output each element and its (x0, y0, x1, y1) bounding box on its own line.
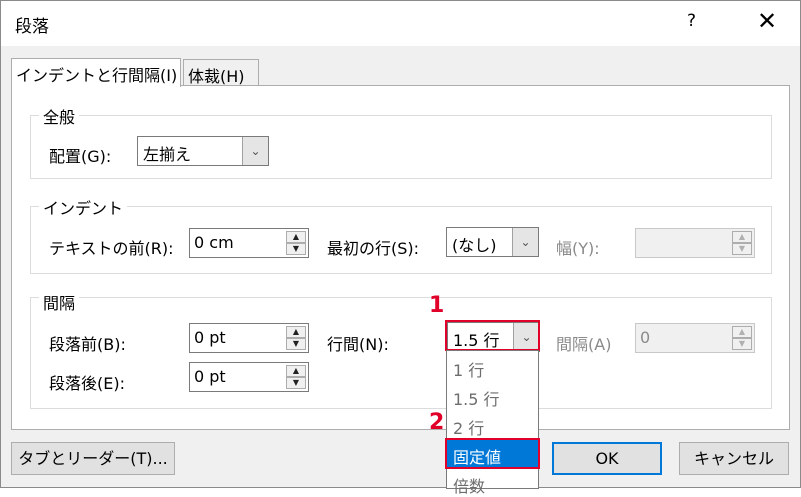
help-button[interactable]: ? (687, 11, 696, 31)
by-spinner[interactable]: ▲ ▼ (635, 228, 755, 258)
chevron-down-icon[interactable]: ⌄ (512, 228, 538, 256)
ok-button[interactable]: OK (552, 442, 662, 475)
line-spacing-highlight (445, 320, 540, 351)
spin-up-icon[interactable]: ▲ (286, 326, 306, 338)
after-spinner[interactable]: 0 pt ▲ ▼ (189, 362, 309, 392)
spin-down-icon[interactable]: ▼ (732, 338, 752, 350)
at-spinner[interactable]: 0 ▲ ▼ (635, 323, 755, 353)
after-label: 段落後(E): (49, 374, 125, 393)
line-spacing-label: 行間(N): (327, 335, 389, 354)
first-line-value: (なし) (452, 236, 497, 255)
chevron-down-icon[interactable]: ⌄ (242, 137, 268, 165)
before-text-value: 0 cm (194, 233, 234, 252)
title-bar: 段落 ? ✕ (1, 1, 800, 46)
spin-down-icon[interactable]: ▼ (286, 377, 306, 389)
before-spinner[interactable]: 0 pt ▲ ▼ (189, 323, 309, 353)
option-single[interactable]: 1 行 (447, 353, 538, 381)
at-value: 0 (640, 328, 651, 347)
dialog-title: 段落 (15, 17, 49, 37)
alignment-value: 左揃え (143, 145, 192, 164)
spin-down-icon[interactable]: ▼ (286, 243, 306, 255)
exactly-highlight (445, 438, 540, 469)
spacing-heading: 間隔 (39, 290, 80, 314)
spacing-group (30, 297, 772, 409)
spin-up-icon[interactable]: ▲ (286, 365, 306, 377)
after-value: 0 pt (194, 367, 226, 386)
first-line-combo[interactable]: (なし) ⌄ (446, 227, 539, 257)
by-label: 幅(Y): (556, 239, 600, 258)
step-1-marker: 1 (429, 293, 445, 318)
before-text-spinner[interactable]: 0 cm ▲ ▼ (189, 228, 309, 258)
before-value: 0 pt (194, 328, 226, 347)
step-2-marker: 2 (429, 410, 445, 435)
general-heading: 全般 (39, 104, 80, 128)
spin-up-icon[interactable]: ▲ (732, 326, 752, 338)
tab-indents-spacing[interactable]: インデントと行間隔(I) (11, 58, 181, 87)
before-text-label: テキストの前(R): (49, 239, 174, 258)
indent-heading: インデント (39, 195, 128, 219)
alignment-combo[interactable]: 左揃え ⌄ (137, 136, 269, 166)
option-double[interactable]: 2 行 (447, 411, 538, 439)
at-label: 間隔(A) (556, 335, 612, 354)
tabs-button[interactable]: タブとリーダー(T)... (11, 442, 175, 475)
tab-panel: 全般 配置(G): 左揃え ⌄ インデント テキストの前(R): 0 cm ▲ ▼… (11, 85, 790, 430)
option-multiple[interactable]: 倍数 (447, 469, 538, 497)
option-1-5-lines[interactable]: 1.5 行 (447, 382, 538, 410)
cancel-button[interactable]: キャンセル (679, 442, 789, 475)
alignment-label: 配置(G): (49, 147, 112, 166)
before-label: 段落前(B): (49, 335, 126, 354)
paragraph-dialog: 段落 ? ✕ インデントと行間隔(I) 体裁(H) 全般 配置(G): 左揃え … (0, 0, 801, 496)
spin-up-icon[interactable]: ▲ (286, 231, 306, 243)
spin-down-icon[interactable]: ▼ (286, 338, 306, 350)
spin-up-icon[interactable]: ▲ (732, 231, 752, 243)
spin-down-icon[interactable]: ▼ (732, 243, 752, 255)
close-icon[interactable]: ✕ (757, 7, 777, 35)
tab-line-page-breaks[interactable]: 体裁(H) (183, 59, 259, 86)
first-line-label: 最初の行(S): (327, 239, 420, 258)
